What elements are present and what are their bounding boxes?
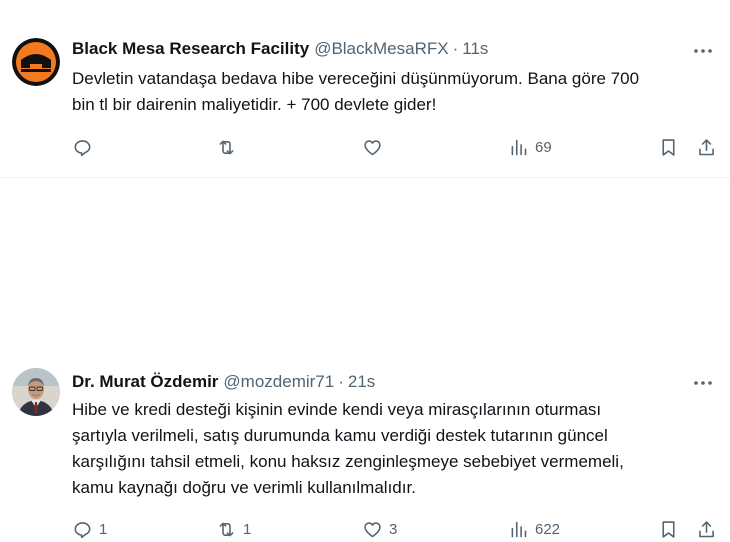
- tweet-text-line: şartıyla verilmeli, satış durumunda kamu…: [72, 426, 608, 445]
- share-icon: [699, 138, 714, 155]
- bookmark-icon: [662, 138, 675, 156]
- reply-count: 1: [99, 520, 108, 538]
- black-mesa-logo-icon: [12, 38, 60, 86]
- heart-icon: [364, 139, 381, 155]
- view-count: 69: [535, 138, 552, 156]
- author-handle[interactable]: @mozdemir71: [223, 372, 334, 392]
- share-button[interactable]: [696, 516, 717, 542]
- tweet-text-line: Hibe ve kredi desteği kişinin evinde ken…: [72, 400, 602, 419]
- author-name[interactable]: Black Mesa Research Facility: [72, 39, 309, 59]
- reply-icon: [74, 521, 91, 538]
- like-count: 3: [389, 520, 398, 538]
- retweet-icon: [219, 140, 234, 154]
- tweet-text-line: karşılığını tahsil etmeli, konu haksız z…: [72, 452, 624, 471]
- retweet-button[interactable]: [216, 134, 243, 160]
- more-options-button[interactable]: [692, 40, 714, 62]
- action-bar: 1 1 3 622: [72, 516, 718, 542]
- reply-button[interactable]: 1: [72, 516, 107, 542]
- like-button[interactable]: [362, 134, 389, 160]
- more-options-button[interactable]: [692, 372, 714, 394]
- tweet-header: Black Mesa Research Facility @BlackMesaR…: [72, 38, 488, 60]
- author-handle[interactable]: @BlackMesaRFX: [314, 39, 448, 59]
- avatar[interactable]: [12, 38, 60, 86]
- tweet-header: Dr. Murat Özdemir @mozdemir71 · 21s: [72, 371, 375, 393]
- profile-photo-icon: [12, 368, 60, 416]
- bookmark-button[interactable]: [658, 134, 679, 160]
- tweet-text-line: kamu kaynağı doğru ve verimli kullanılma…: [72, 478, 416, 497]
- tweet-text-line: bin tl bir dairenin maliyetidir. + 700 d…: [72, 95, 437, 114]
- author-name[interactable]: Dr. Murat Özdemir: [72, 372, 218, 392]
- views-button[interactable]: 69: [508, 134, 552, 160]
- separator: ·: [452, 39, 459, 58]
- analytics-icon: [511, 521, 527, 537]
- share-icon: [699, 520, 714, 537]
- retweet-count: 1: [243, 520, 252, 538]
- analytics-icon: [511, 139, 527, 155]
- share-button[interactable]: [696, 134, 717, 160]
- more-icon: [694, 49, 712, 53]
- bookmark-button[interactable]: [658, 516, 679, 542]
- retweet-icon: [219, 522, 234, 536]
- separator: ·: [338, 372, 344, 391]
- tweet-text-line: Devletin vatandaşa bedava hibe vereceğin…: [72, 69, 640, 88]
- reply-button[interactable]: [72, 134, 99, 160]
- timestamp[interactable]: 21s: [348, 372, 375, 392]
- reply-icon: [74, 139, 91, 156]
- view-count: 622: [535, 520, 561, 538]
- tweet[interactable]: Black Mesa Research Facility @BlackMesaR…: [0, 0, 730, 178]
- views-button[interactable]: 622: [508, 516, 560, 542]
- action-bar: 69: [72, 134, 718, 160]
- more-icon: [694, 381, 712, 385]
- timestamp[interactable]: 11s: [462, 39, 488, 59]
- tweet[interactable]: Dr. Murat Özdemir @mozdemir71 · 21s Hibe…: [0, 178, 730, 538]
- like-button[interactable]: 3: [362, 516, 397, 542]
- bookmark-icon: [662, 520, 675, 538]
- retweet-button[interactable]: 1: [216, 516, 251, 542]
- avatar[interactable]: [12, 368, 60, 416]
- tweet-text: Devletin vatandaşa bedava hibe vereceğin…: [72, 66, 724, 118]
- heart-icon: [364, 521, 381, 537]
- tweet-text: Hibe ve kredi desteği kişinin evinde ken…: [72, 397, 724, 501]
